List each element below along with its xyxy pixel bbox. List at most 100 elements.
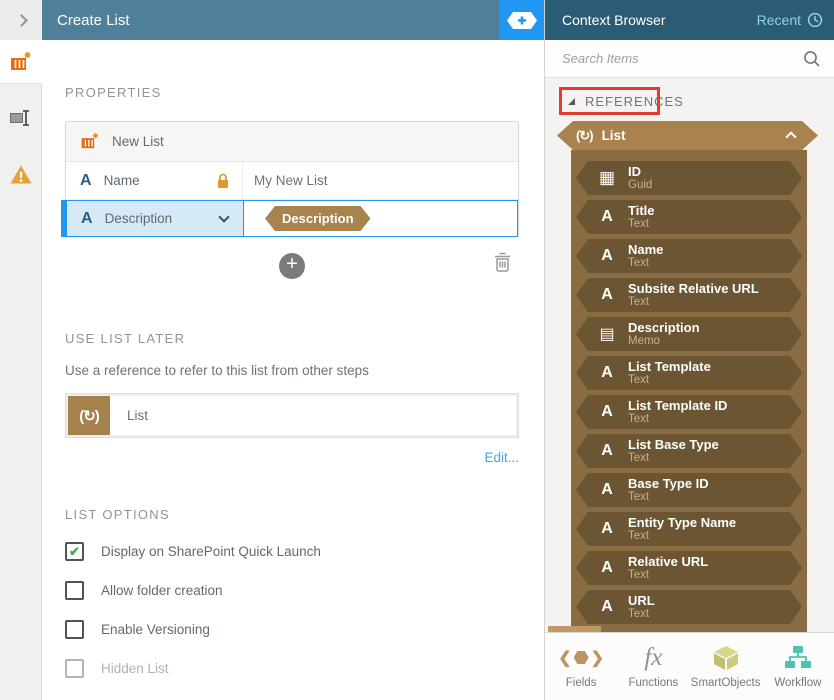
list-option-row: Allow folder creation xyxy=(65,581,519,600)
card-title: New List xyxy=(112,134,164,149)
recent-button[interactable]: Recent xyxy=(757,12,823,28)
reference-field-item[interactable]: Relative URL Text xyxy=(576,551,802,585)
add-step-button[interactable] xyxy=(499,0,544,40)
references-section-toggle[interactable]: REFERENCES xyxy=(545,87,834,115)
property-value-field[interactable]: Description xyxy=(243,201,517,236)
reference-group-header[interactable]: (↻) List xyxy=(557,121,818,150)
description-reference-tag[interactable]: Description xyxy=(265,206,371,231)
property-value-field[interactable]: My New List xyxy=(242,162,518,199)
property-value: My New List xyxy=(254,173,328,188)
field-type-icon xyxy=(595,286,619,304)
edit-reference-link[interactable]: Edit... xyxy=(65,450,519,465)
field-type: Text xyxy=(628,491,709,504)
reference-name: List xyxy=(127,408,148,423)
context-browser-title: Context Browser xyxy=(562,12,757,28)
wizard-title: Create List xyxy=(57,12,130,29)
property-label: Description xyxy=(105,211,173,226)
reference-field-item[interactable]: List Template Text xyxy=(576,356,802,390)
list-option-row: Display on SharePoint Quick Launch xyxy=(65,542,519,561)
tab-smartobjects[interactable]: SmartObjects xyxy=(690,633,762,700)
checkbox[interactable] xyxy=(65,659,84,678)
checkbox-label: Enable Versioning xyxy=(101,622,210,637)
field-type: Text xyxy=(628,413,727,426)
properties-heading: PROPERTIES xyxy=(65,85,519,100)
checkbox-label: Display on SharePoint Quick Launch xyxy=(101,544,321,559)
add-property-button[interactable]: + xyxy=(279,253,305,279)
tab-fields[interactable]: ❮❯ Fields xyxy=(545,633,617,700)
step-configuration: PROPERTIES New List A Name xyxy=(42,40,544,700)
reference-field-item[interactable]: URL Text xyxy=(576,590,802,624)
trash-icon xyxy=(494,252,511,272)
clock-icon xyxy=(807,12,823,28)
new-list-icon xyxy=(9,51,33,73)
field-label: Title xyxy=(628,203,655,218)
field-type-icon xyxy=(595,403,619,421)
field-label: Entity Type Name xyxy=(628,515,736,530)
chevron-up-icon[interactable] xyxy=(785,131,796,142)
reference-field-item[interactable]: Description Memo xyxy=(576,317,802,351)
add-step-hexagon-icon xyxy=(507,12,537,29)
field-type: Text xyxy=(628,296,759,309)
tab-label: Workflow xyxy=(774,677,821,689)
field-type-icon xyxy=(595,520,619,538)
field-type: Text xyxy=(628,452,719,465)
use-list-later-heading: USE LIST LATER xyxy=(65,331,519,346)
reference-name-field[interactable]: List xyxy=(110,396,516,435)
properties-actions: + xyxy=(65,245,519,291)
field-label: Description xyxy=(628,320,700,335)
checkbox[interactable] xyxy=(65,620,84,639)
property-row-name[interactable]: A Name My New List xyxy=(66,162,518,200)
sidebar-item-rename[interactable] xyxy=(0,96,42,140)
field-type: Text xyxy=(628,569,708,582)
search-icon[interactable] xyxy=(803,50,821,68)
list-options-heading: LIST OPTIONS xyxy=(65,507,519,522)
field-type: Memo xyxy=(628,335,700,348)
field-type-icon xyxy=(595,481,619,499)
search-input[interactable] xyxy=(562,51,803,66)
field-type-icon xyxy=(595,168,619,188)
checkbox-label: Hidden List xyxy=(101,661,169,676)
list-options-group: Display on SharePoint Quick Launch Allow… xyxy=(65,542,519,678)
tab-label: SmartObjects xyxy=(691,677,761,689)
reference-field-item[interactable]: Name Text xyxy=(576,239,802,273)
field-label: List Template ID xyxy=(628,398,727,413)
field-type-icon xyxy=(595,324,619,344)
properties-card-header: New List xyxy=(66,122,518,162)
reference-field-item[interactable]: Base Type ID Text xyxy=(576,473,802,507)
tab-functions[interactable]: fx Functions xyxy=(617,633,689,700)
tab-label: Fields xyxy=(566,677,597,689)
reference-field-item[interactable]: Subsite Relative URL Text xyxy=(576,278,802,312)
field-label: URL xyxy=(628,593,655,608)
field-label: ID xyxy=(628,164,652,179)
references-label: REFERENCES xyxy=(585,94,684,109)
expand-triangle-icon xyxy=(568,98,575,105)
tab-workflow[interactable]: Workflow xyxy=(762,633,834,700)
selected-row-accent xyxy=(61,200,66,237)
list-reference-box: (↻) List xyxy=(65,393,519,438)
checkbox-label: Allow folder creation xyxy=(101,583,223,598)
text-type-icon: A xyxy=(80,172,92,190)
field-type: Text xyxy=(628,257,663,270)
reference-field-item[interactable]: List Base Type Text xyxy=(576,434,802,468)
sidebar-item-warnings[interactable] xyxy=(0,152,42,196)
reference-icon: (↻) xyxy=(576,128,593,144)
wizard-header: Create List xyxy=(0,0,544,40)
field-type-icon xyxy=(595,442,619,460)
collapse-panel-button[interactable] xyxy=(0,0,42,40)
property-row-description[interactable]: A Description Description xyxy=(66,200,518,237)
field-type: Text xyxy=(628,374,711,387)
checkbox[interactable] xyxy=(65,542,84,561)
sidebar-item-step-config[interactable] xyxy=(0,40,42,84)
reference-field-item[interactable]: ID Guid xyxy=(576,161,802,195)
reference-field-item[interactable]: Entity Type Name Text xyxy=(576,512,802,546)
new-list-icon xyxy=(80,132,100,151)
field-type: Text xyxy=(628,530,736,543)
wizard-panel: Create List xyxy=(0,0,545,700)
rename-icon xyxy=(9,108,33,128)
delete-property-button[interactable] xyxy=(494,252,511,272)
reference-field-item[interactable]: Title Text xyxy=(576,200,802,234)
fields-icon: ❮❯ xyxy=(558,644,604,671)
chevron-down-icon[interactable] xyxy=(218,211,229,222)
checkbox[interactable] xyxy=(65,581,84,600)
reference-field-item[interactable]: List Template ID Text xyxy=(576,395,802,429)
